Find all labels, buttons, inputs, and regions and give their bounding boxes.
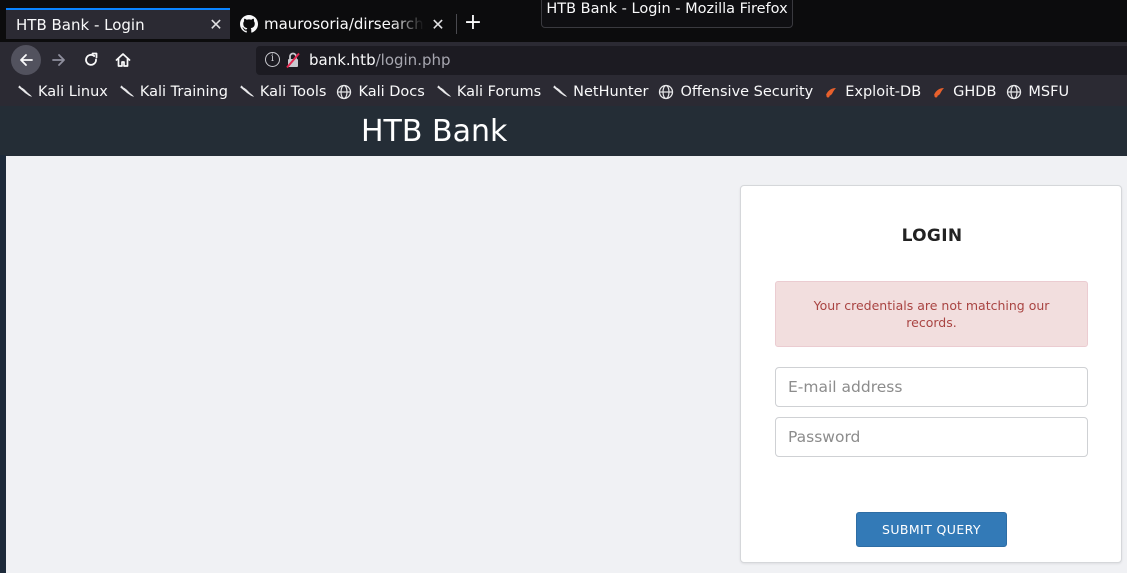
bookmark-exploit-db[interactable]: Exploit-DB [823,84,921,100]
close-icon[interactable]: ✕ [424,15,452,34]
navigation-toolbar: i bank.htb/login.php [0,42,1127,78]
login-title: LOGIN [901,226,963,246]
bookmark-label: Kali Training [139,84,228,100]
bookmark-msfu[interactable]: MSFU [1006,84,1069,100]
submit-button[interactable]: SUBMIT QUERY [856,512,1007,547]
login-panel: LOGIN Your credentials are not matching … [740,185,1122,563]
home-button[interactable] [110,47,136,73]
tab-separator [456,14,457,34]
arrow-right-icon [52,54,65,66]
bookmark-label: Kali Tools [259,84,327,100]
kali-dragon-icon [118,84,136,100]
reload-icon [85,52,98,66]
kali-dragon-icon [16,84,34,100]
github-icon [240,15,258,33]
new-tab-button[interactable]: + [460,11,486,37]
tab-dirsearch[interactable]: maurosoria/dirsearch: W ✕ [236,9,452,39]
tab-htb-bank-login[interactable]: HTB Bank - Login ✕ [6,8,230,39]
info-icon[interactable]: i [265,52,280,67]
url-host: bank.htb [309,51,376,69]
bookmark-kali-docs[interactable]: Kali Docs [336,84,425,100]
globe-icon [336,84,354,100]
bookmark-nethunter[interactable]: NetHunter [551,84,648,100]
bookmark-offensive-security[interactable]: Offensive Security [658,84,813,100]
reload-button[interactable] [78,47,104,73]
arrow-left-icon [20,54,33,66]
tab-label: HTB Bank - Login [16,15,145,34]
bookmark-ghdb[interactable]: GHDB [931,84,996,100]
url-path: /login.php [375,51,451,69]
bookmark-kali-forums[interactable]: Kali Forums [435,84,541,100]
exploitdb-icon [823,84,841,100]
forward-button[interactable] [46,47,72,73]
bookmarks-toolbar: Kali Linux Kali Training Kali Tools Kali Do… [0,78,1127,106]
bookmark-label: Kali Forums [456,84,542,100]
email-field[interactable] [775,367,1088,407]
bookmark-label: Kali Docs [358,84,425,100]
bookmark-kali-training[interactable]: Kali Training [118,84,228,100]
bookmark-label: MSFU [1028,84,1070,100]
home-icon [115,53,131,67]
bookmark-label: Offensive Security [680,84,814,100]
tab-label: maurosoria/dirsearch: W [264,15,424,33]
tab-bar: HTB Bank - Login ✕ maurosoria/dirsearch:… [0,0,1127,42]
window-title-tooltip: HTB Bank - Login - Mozilla Firefox [541,0,793,28]
close-icon[interactable]: ✕ [202,15,230,34]
globe-icon [1006,84,1024,100]
insecure-lock-icon[interactable] [285,51,301,69]
kali-dragon-icon [238,84,256,100]
kali-dragon-icon [435,84,453,100]
site-header: HTB Bank [0,106,1127,156]
globe-icon [658,84,676,100]
desktop-background-strip [0,155,6,573]
site-title: HTB Bank [361,114,508,149]
kali-dragon-icon [551,84,569,100]
bookmark-label: Exploit-DB [845,84,922,100]
error-alert: Your credentials are not matching our re… [775,281,1088,347]
bookmark-label: NetHunter [573,84,649,100]
bookmark-label: Kali Linux [38,84,108,100]
bookmark-kali-tools[interactable]: Kali Tools [238,84,327,100]
bookmark-kali-linux[interactable]: Kali Linux [16,84,108,100]
password-field[interactable] [775,417,1088,457]
exploitdb-icon [931,84,949,100]
back-button[interactable] [11,45,41,75]
url-bar[interactable]: i bank.htb/login.php [256,46,1127,75]
browser-window: HTB Bank - Login ✕ maurosoria/dirsearch:… [0,0,1127,573]
bookmark-label: GHDB [953,84,997,100]
url-text[interactable]: bank.htb/login.php [309,51,451,69]
